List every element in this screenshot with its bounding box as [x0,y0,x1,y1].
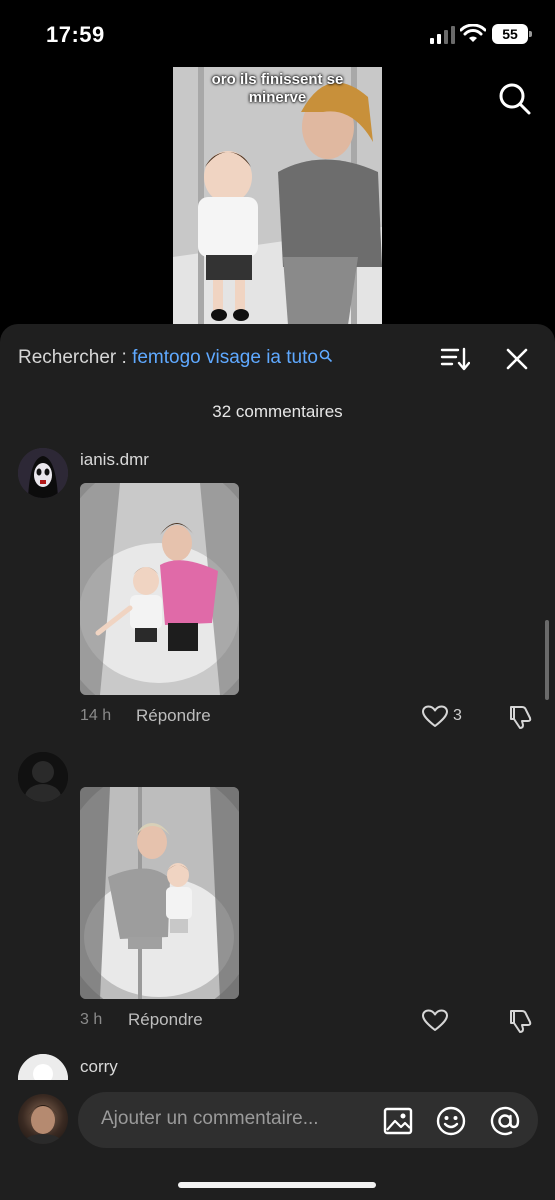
my-avatar [18,1094,68,1144]
search-suggestion[interactable]: Rechercher : femtogo visage ia tuto [18,347,333,369]
search-query-link[interactable]: femtogo visage ia tuto [132,347,318,368]
at-icon[interactable] [490,1106,520,1136]
home-indicator[interactable] [178,1182,376,1188]
search-label: Rechercher : [18,347,127,368]
signal-icon [430,26,455,44]
heart-icon[interactable] [422,705,448,729]
comment-image-illustration [80,483,239,695]
dislike-icon[interactable] [507,1009,533,1033]
status-bar: 17:59 55 [0,0,555,70]
video-preview[interactable]: oro ils finissent se minerve [173,67,382,325]
comment-image[interactable] [80,787,239,999]
comment-username[interactable]: ianis.dmr [80,450,149,470]
video-caption-line1: oro ils finissent se [211,71,344,88]
comment-input[interactable]: Ajouter un commentaire... [78,1092,538,1148]
reply-button[interactable]: Répondre [128,1010,203,1030]
battery-indicator: 55 [492,24,532,44]
comment-avatar[interactable] [18,448,68,498]
comment-username[interactable]: corry [80,1057,118,1077]
search-query-icon [319,349,333,363]
reply-button[interactable]: Répondre [136,706,211,726]
status-time: 17:59 [46,22,105,47]
avatar-image [18,752,68,802]
search-icon[interactable] [498,82,532,116]
comment-avatar[interactable] [18,752,68,802]
video-caption-line2: minerve [248,89,307,106]
sort-icon[interactable] [440,346,470,372]
comment-image[interactable] [80,483,239,695]
comment-time: 3 h [80,1011,103,1028]
emoji-icon[interactable] [436,1106,466,1136]
close-icon[interactable] [505,347,529,371]
dislike-icon[interactable] [507,705,533,729]
comment-image-illustration [80,787,239,999]
comment-input-placeholder: Ajouter un commentaire... [101,1108,319,1129]
my-avatar-image [23,1105,63,1144]
like-count: 3 [453,707,462,724]
image-icon[interactable] [383,1106,413,1136]
comment-time: 14 h [80,707,112,724]
comment-count: 32 commentaires [212,402,343,421]
avatar-image [18,448,68,498]
scrollbar[interactable] [545,620,549,700]
wifi-icon [460,24,486,42]
heart-icon[interactable] [422,1009,448,1033]
